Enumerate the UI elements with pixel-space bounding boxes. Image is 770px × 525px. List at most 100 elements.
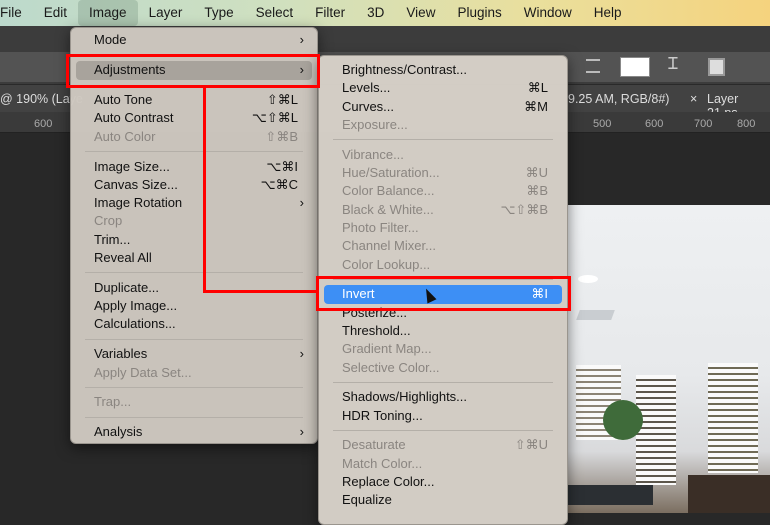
menu-item-curves[interactable]: Curves... ⌘M: [324, 98, 562, 116]
menu-item-brightness-contrast[interactable]: Brightness/Contrast...: [324, 61, 562, 79]
menu-item-label: Channel Mixer...: [342, 238, 436, 254]
shortcut-label: ⇧⌘U: [514, 437, 548, 453]
align-icon[interactable]: [586, 59, 600, 73]
menu-item-image-size[interactable]: Image Size... ⌥⌘I: [76, 158, 312, 176]
menu-layer[interactable]: Layer: [138, 0, 194, 26]
menu-separator: [333, 139, 553, 141]
shortcut-label: ⌘L: [527, 80, 548, 96]
menu-item-gradient-map[interactable]: Gradient Map...: [324, 340, 562, 358]
menu-item-exposure[interactable]: Exposure...: [324, 116, 562, 134]
menu-type[interactable]: Type: [193, 0, 244, 26]
menu-item-apply-data-set[interactable]: Apply Data Set...: [76, 364, 312, 382]
menu-item-label: Levels...: [342, 80, 391, 96]
panels-icon[interactable]: [708, 58, 725, 76]
shortcut-label: ⌘U: [525, 165, 548, 180]
menu-item-reveal-all[interactable]: Reveal All: [76, 249, 312, 267]
menu-item-label: Brightness/Contrast...: [342, 62, 467, 77]
menu-window[interactable]: Window: [513, 0, 583, 26]
menu-file[interactable]: File: [0, 0, 33, 26]
menu-select[interactable]: Select: [245, 0, 305, 26]
menu-item-label: Exposure...: [342, 116, 408, 132]
menu-separator: [333, 381, 553, 383]
shortcut-label: ⇧⌘L: [266, 92, 298, 108]
menu-item-label: Calculations...: [94, 316, 176, 332]
menu-item-hue-saturation[interactable]: Hue/Saturation... ⌘U: [324, 164, 562, 182]
menu-item-image-rotation[interactable]: Image Rotation ›: [76, 194, 312, 212]
menu-item-shadows-highlights[interactable]: Shadows/Highlights...: [324, 388, 562, 406]
menu-item-canvas-size[interactable]: Canvas Size... ⌥⌘C: [76, 176, 312, 194]
chevron-right-icon: ›: [299, 346, 304, 362]
menu-image[interactable]: Image: [78, 0, 138, 26]
menu-item-duplicate[interactable]: Duplicate...: [76, 279, 312, 297]
menu-item-label: Vibrance...: [342, 146, 404, 162]
menu-item-black-white[interactable]: Black & White... ⌥⇧⌘B: [324, 201, 562, 219]
menu-item-label: Crop: [94, 213, 123, 229]
menu-item-analysis[interactable]: Analysis ›: [76, 423, 312, 441]
shortcut-label: ⌘M: [524, 98, 548, 114]
warp-text-icon[interactable]: Ꮖ: [668, 56, 679, 74]
document-tab-info[interactable]: 9.25 AM, RGB/8#): [568, 92, 669, 106]
menu-item-calculations[interactable]: Calculations...: [76, 315, 312, 333]
color-swatch[interactable]: [620, 57, 650, 77]
ruler-tick: 600: [645, 118, 664, 130]
close-tab-icon[interactable]: ×: [690, 92, 697, 106]
shortcut-label: ⌥⌘C: [260, 176, 298, 192]
ruler-tick: 500: [593, 118, 612, 130]
menu-view[interactable]: View: [395, 0, 446, 26]
menu-item-label: Image Size...: [94, 158, 170, 174]
menu-item-vibrance[interactable]: Vibrance...: [324, 146, 562, 164]
menu-item-label: Trap...: [94, 394, 132, 410]
annotation-line: [203, 87, 206, 293]
menu-item-label: Shadows/Highlights...: [342, 389, 468, 405]
menu-item-crop[interactable]: Crop: [76, 212, 312, 230]
menu-item-trap[interactable]: Trap...: [76, 393, 312, 411]
menu-item-label: Apply Data Set...: [94, 364, 192, 380]
menu-3d[interactable]: 3D: [356, 0, 395, 26]
menu-item-levels[interactable]: Levels... ⌘L: [324, 79, 562, 97]
menu-item-desaturate[interactable]: Desaturate ⇧⌘U: [324, 436, 562, 454]
menu-edit[interactable]: Edit: [33, 0, 78, 26]
menu-separator: [85, 416, 303, 418]
menu-item-label: Photo Filter...: [342, 219, 419, 235]
menu-item-label: Replace Color...: [342, 474, 435, 489]
menu-item-color-lookup[interactable]: Color Lookup...: [324, 256, 562, 274]
annotation-box-invert: [316, 276, 571, 311]
menu-item-label: Mode: [94, 32, 127, 47]
menu-item-match-color[interactable]: Match Color...: [324, 455, 562, 473]
menu-item-label: Variables: [94, 346, 148, 362]
shortcut-label: ⌥⌘I: [266, 158, 298, 174]
menu-item-label: Desaturate: [342, 437, 406, 453]
menu-item-label: Match Color...: [342, 455, 423, 471]
shortcut-label: ⌥⇧⌘L: [251, 110, 298, 126]
menu-help[interactable]: Help: [583, 0, 633, 26]
menu-item-hdr-toning[interactable]: HDR Toning...: [324, 407, 562, 425]
menu-item-mode[interactable]: Mode ›: [76, 31, 312, 49]
menu-separator: [85, 386, 303, 388]
menu-item-auto-color[interactable]: Auto Color ⇧⌘B: [76, 128, 312, 146]
menu-item-auto-contrast[interactable]: Auto Contrast ⌥⇧⌘L: [76, 109, 312, 127]
menu-item-label: Threshold...: [342, 322, 411, 338]
menu-item-equalize[interactable]: Equalize: [324, 491, 562, 509]
menu-item-label: Gradient Map...: [342, 341, 432, 357]
menu-item-trim[interactable]: Trim...: [76, 231, 312, 249]
chevron-right-icon: ›: [299, 195, 304, 211]
menu-item-threshold[interactable]: Threshold...: [324, 322, 562, 340]
menu-filter[interactable]: Filter: [304, 0, 356, 26]
menu-plugins[interactable]: Plugins: [446, 0, 512, 26]
chevron-right-icon: ›: [299, 32, 304, 47]
menu-item-apply-image[interactable]: Apply Image...: [76, 297, 312, 315]
menu-item-label: Color Balance...: [342, 183, 435, 199]
menu-item-photo-filter[interactable]: Photo Filter...: [324, 219, 562, 237]
menu-item-auto-tone[interactable]: Auto Tone ⇧⌘L: [76, 91, 312, 109]
menu-item-color-balance[interactable]: Color Balance... ⌘B: [324, 182, 562, 200]
menu-item-variables[interactable]: Variables ›: [76, 345, 312, 363]
menu-item-label: Auto Tone: [94, 92, 153, 108]
ruler-tick: 600: [34, 118, 53, 130]
menu-item-replace-color[interactable]: Replace Color...: [324, 473, 562, 491]
menu-item-label: Black & White...: [342, 201, 434, 217]
ruler-tick: 800: [737, 118, 756, 130]
menu-item-selective-color[interactable]: Selective Color...: [324, 359, 562, 377]
menu-item-label: Duplicate...: [94, 279, 160, 295]
menu-item-channel-mixer[interactable]: Channel Mixer...: [324, 237, 562, 255]
menu-item-label: Apply Image...: [94, 298, 178, 314]
